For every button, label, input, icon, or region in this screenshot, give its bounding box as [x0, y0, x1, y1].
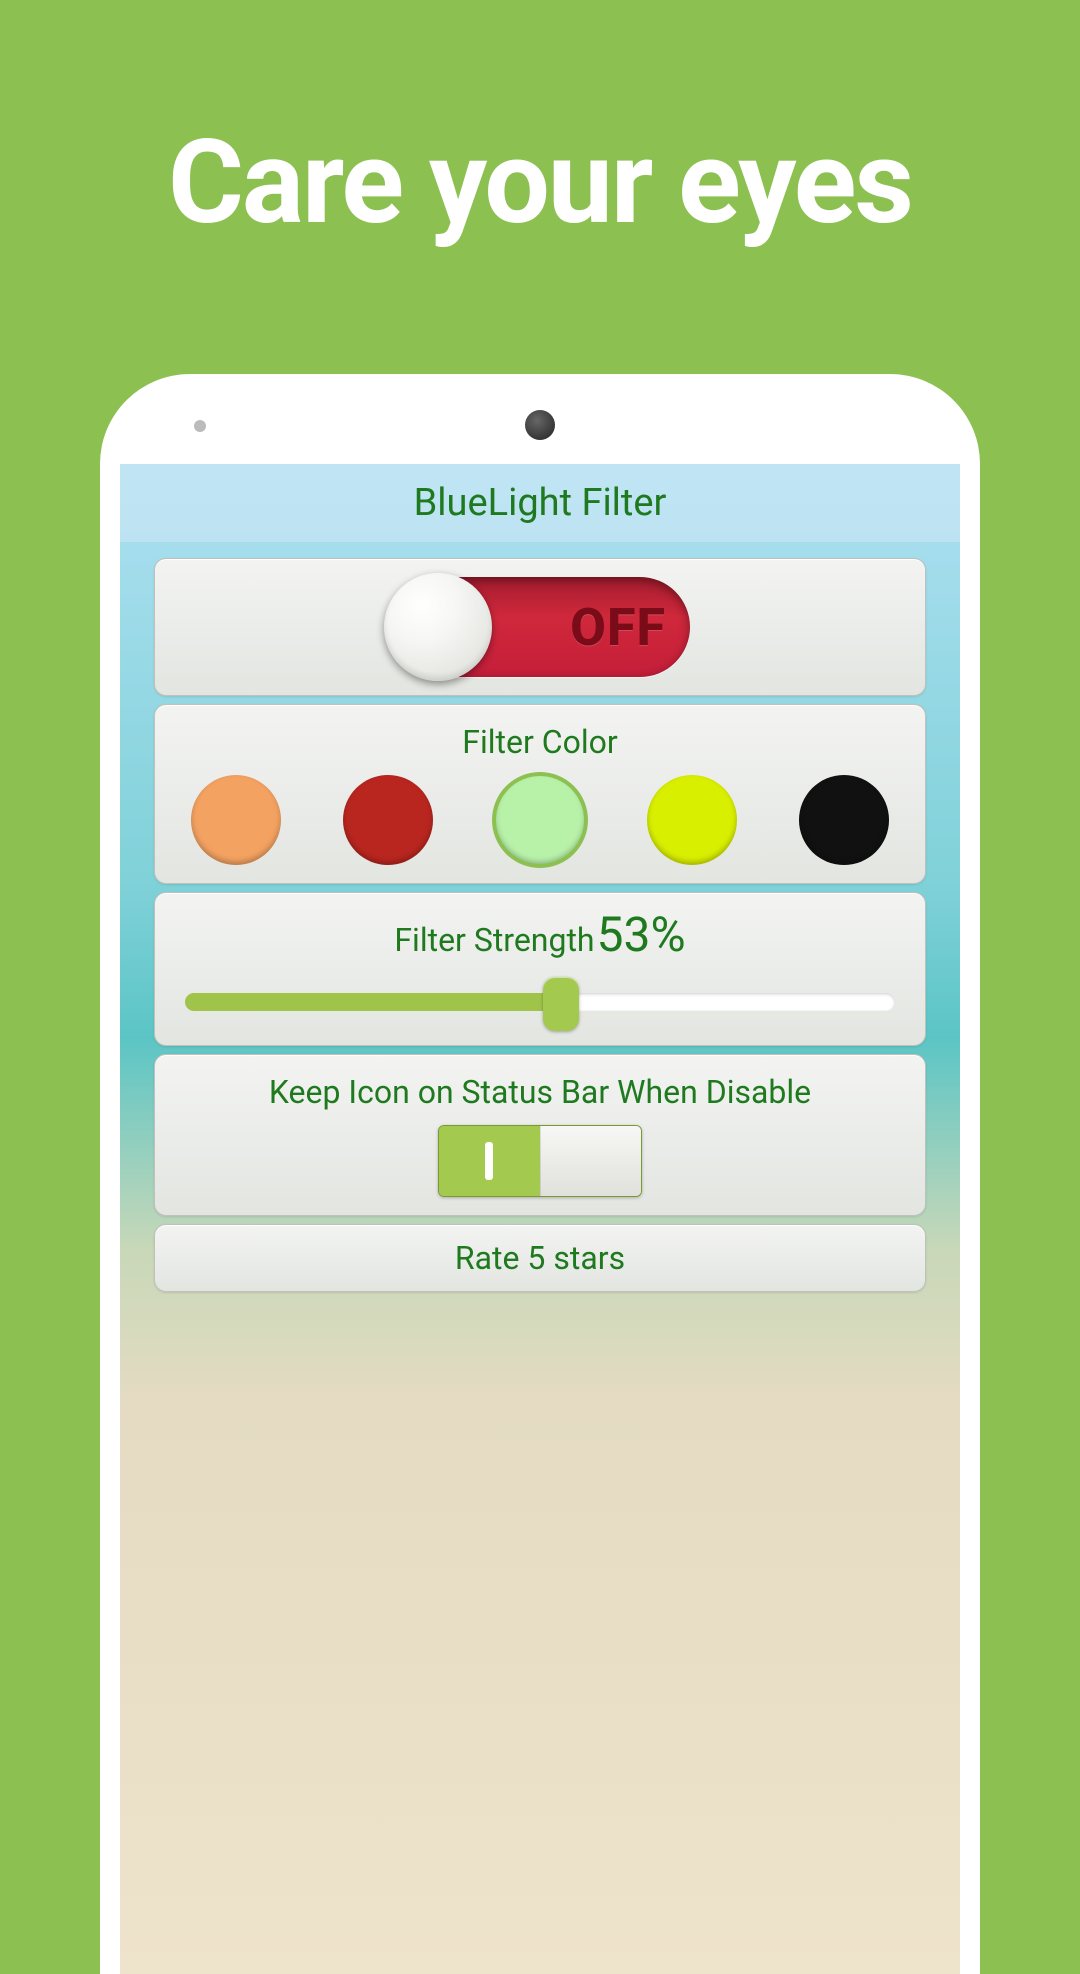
rate-label: Rate 5 stars	[155, 1239, 925, 1277]
keep-icon-toggle-off	[540, 1126, 642, 1196]
color-swatch-black[interactable]	[799, 775, 889, 865]
color-swatch-yellow[interactable]	[647, 775, 737, 865]
keep-icon-toggle[interactable]	[438, 1125, 642, 1197]
panel-power-toggle: OFF	[154, 558, 926, 696]
slider-thumb	[543, 977, 579, 1031]
filter-power-knob	[384, 573, 492, 681]
app-title: BlueLight Filter	[414, 481, 667, 525]
filter-power-state-label: OFF	[570, 597, 666, 658]
panel-keep-icon: Keep Icon on Status Bar When Disable	[154, 1054, 926, 1216]
color-swatch-red[interactable]	[343, 775, 433, 865]
color-swatch-green[interactable]	[495, 775, 585, 865]
app-screen: BlueLight Filter OFF Filter Color Filter…	[120, 464, 960, 1974]
filter-strength-slider[interactable]	[185, 981, 895, 1021]
promo-tagline: Care your eyes	[0, 115, 1080, 251]
filter-power-toggle[interactable]: OFF	[390, 577, 690, 677]
filter-color-label: Filter Color	[175, 723, 905, 761]
toggle-on-indicator-icon	[485, 1142, 493, 1180]
color-swatch-orange[interactable]	[191, 775, 281, 865]
phone-sensor-dot	[194, 420, 206, 432]
app-title-bar: BlueLight Filter	[120, 464, 960, 542]
phone-frame: BlueLight Filter OFF Filter Color Filter…	[100, 374, 980, 1974]
filter-strength-label: Filter Strength	[394, 921, 594, 959]
filter-strength-value: 53%	[597, 911, 686, 959]
filter-color-swatches	[175, 775, 905, 865]
keep-icon-label: Keep Icon on Status Bar When Disable	[175, 1073, 905, 1111]
panel-filter-strength: Filter Strength 53%	[154, 892, 926, 1046]
rate-button[interactable]: Rate 5 stars	[154, 1224, 926, 1292]
slider-fill	[185, 993, 561, 1011]
keep-icon-toggle-on	[439, 1126, 540, 1196]
panel-filter-color: Filter Color	[154, 704, 926, 884]
phone-speaker-dot	[525, 410, 555, 440]
